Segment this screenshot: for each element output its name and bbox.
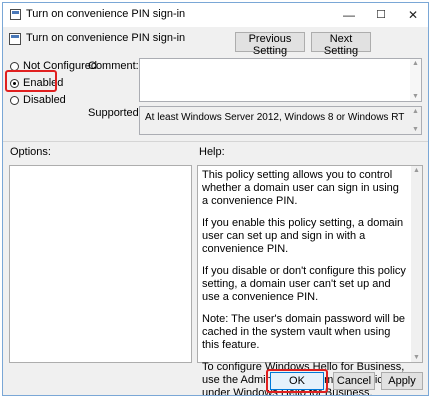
help-paragraph: Note: The user's domain password will be…	[202, 313, 406, 351]
options-pane	[9, 165, 192, 363]
maximize-button[interactable]: ☐	[367, 5, 395, 25]
help-pane: This policy setting allows you to contro…	[197, 165, 423, 395]
policy-dialog: Turn on convenience PIN sign-in — ☐ ✕ Tu…	[2, 2, 429, 396]
help-label: Help:	[199, 146, 225, 158]
scroll-up-icon[interactable]: ▲	[410, 108, 421, 115]
scroll-up-icon[interactable]: ▲	[411, 167, 422, 174]
supported-on-value: At least Windows Server 2012, Windows 8 …	[145, 112, 405, 123]
comment-label: Comment:	[88, 60, 139, 72]
cancel-button[interactable]: Cancel	[333, 372, 375, 390]
help-paragraph: This policy setting allows you to contro…	[202, 169, 399, 207]
scroll-up-icon[interactable]: ▲	[410, 60, 421, 67]
radio-circle[interactable]	[10, 96, 19, 105]
policy-settings-icon	[10, 9, 21, 20]
scroll-down-icon[interactable]: ▼	[410, 126, 421, 133]
enabled-highlight-box	[5, 70, 57, 92]
policy-title: Turn on convenience PIN sign-in	[26, 32, 186, 44]
title-bar: Turn on convenience PIN sign-in — ☐ ✕	[3, 3, 428, 27]
help-paragraph: If you enable this policy setting, a dom…	[202, 217, 404, 255]
close-button[interactable]: ✕	[399, 5, 427, 25]
previous-setting-button[interactable]: Previous Setting	[235, 32, 305, 57]
radio-disabled[interactable]: Disabled	[10, 94, 120, 108]
minimize-button[interactable]: —	[335, 5, 363, 25]
ok-button[interactable]: OK	[270, 372, 324, 390]
next-setting-button[interactable]: Next Setting	[311, 32, 371, 57]
policy-icon	[9, 33, 21, 45]
help-text: This policy setting allows you to contro…	[202, 169, 408, 395]
supported-on-scrollbar[interactable]: ▲ ▼	[410, 107, 421, 134]
supported-on-box: At least Windows Server 2012, Windows 8 …	[139, 106, 422, 135]
help-paragraph: If you disable or don't configure this p…	[202, 265, 406, 303]
comment-scrollbar[interactable]: ▲ ▼	[410, 59, 421, 101]
window-title: Turn on convenience PIN sign-in	[26, 8, 186, 20]
options-label: Options:	[10, 146, 51, 158]
comment-textbox[interactable]: ▲ ▼	[139, 58, 422, 102]
scroll-down-icon[interactable]: ▼	[410, 93, 421, 100]
radio-label: Disabled	[23, 94, 66, 106]
apply-button[interactable]: Apply	[381, 372, 423, 390]
scroll-down-icon[interactable]: ▼	[411, 354, 422, 361]
help-scrollbar[interactable]: ▲ ▼	[411, 166, 422, 362]
section-divider	[3, 141, 428, 142]
